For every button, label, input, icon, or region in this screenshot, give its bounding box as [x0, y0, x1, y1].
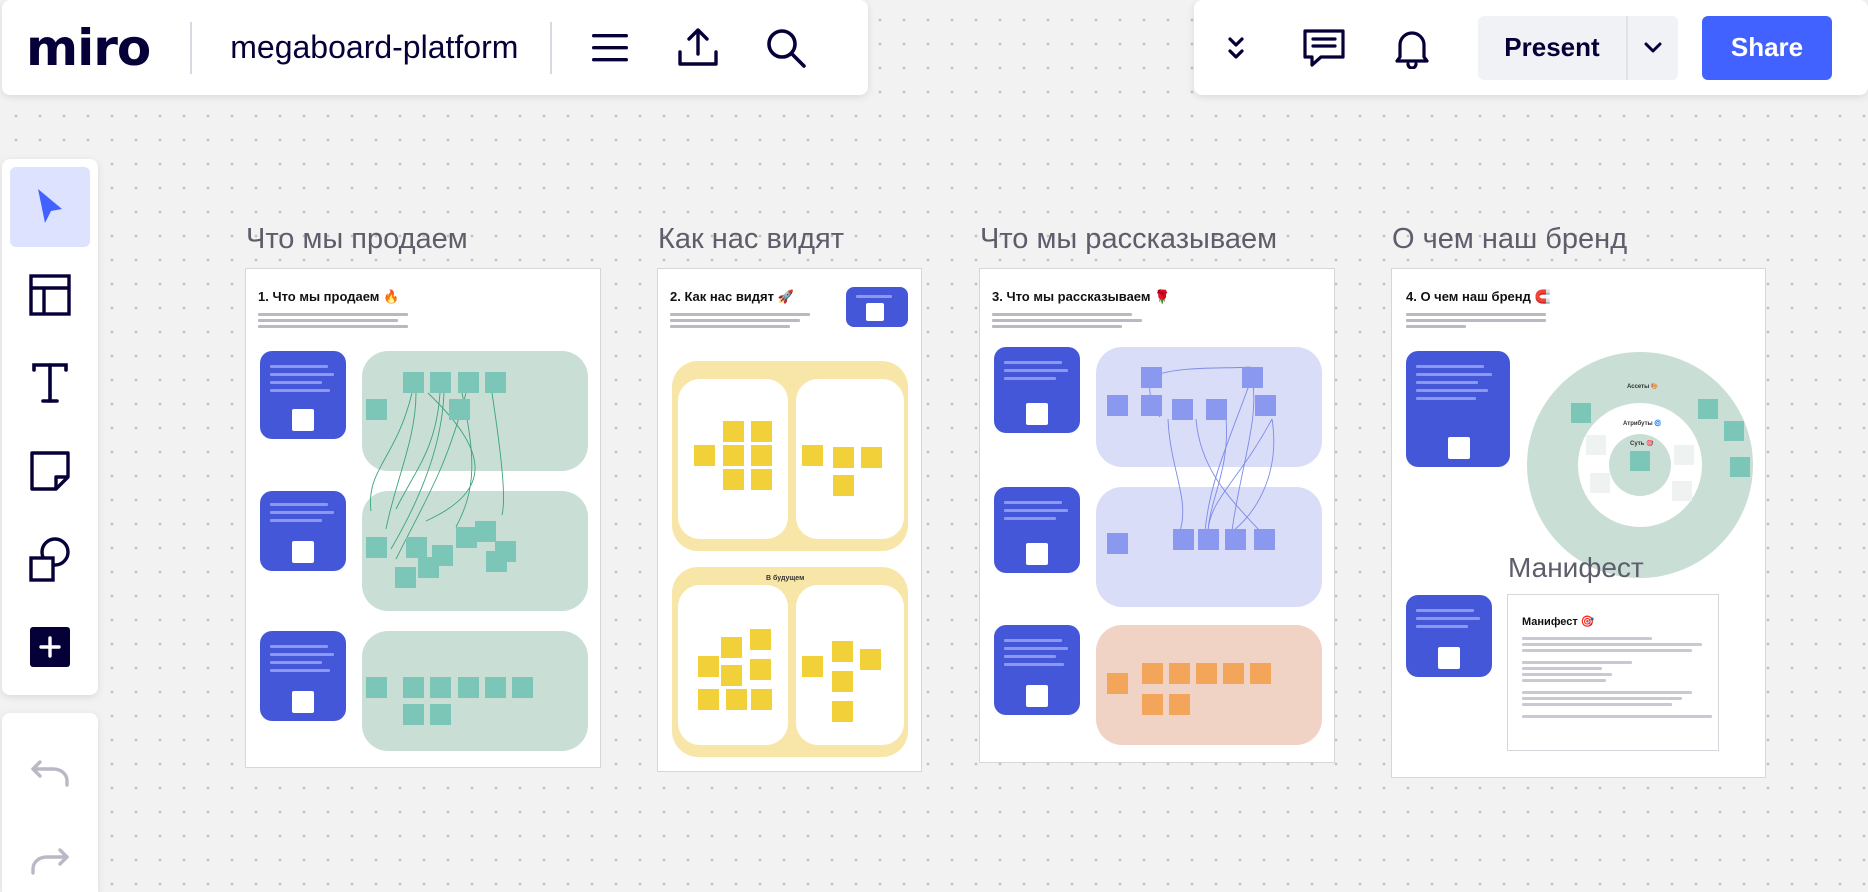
bell-icon[interactable]	[1384, 20, 1440, 76]
board-name[interactable]: megaboard-platform	[230, 29, 518, 66]
manifest-title[interactable]: Манифест	[1508, 552, 1644, 584]
present-button[interactable]: Present	[1478, 16, 1626, 80]
cursor-icon	[38, 189, 62, 223]
top-toolbar-left: miro megaboard-platform	[2, 0, 868, 95]
info-card	[846, 287, 908, 327]
frame-how-we-are-seen[interactable]: 2. Как нас видят 🚀 В будущем	[657, 268, 922, 772]
frame-title[interactable]: Что мы продаем	[246, 223, 468, 256]
comments-icon[interactable]	[1296, 20, 1352, 76]
frame-title[interactable]: Что мы рассказываем	[980, 223, 1277, 256]
chevrons-down-icon[interactable]	[1208, 20, 1264, 76]
ring-label-attributes: Атрибуты 🌀	[1623, 421, 1662, 427]
search-icon[interactable]	[758, 20, 814, 76]
redo-button[interactable]	[10, 821, 90, 892]
present-button-group: Present	[1478, 15, 1678, 80]
shapes-icon	[29, 537, 70, 582]
templates-tool[interactable]	[10, 255, 90, 335]
divider	[550, 21, 553, 74]
divider	[190, 21, 193, 74]
upload-icon[interactable]	[670, 20, 726, 76]
frame-heading: 4. О чем наш бренд 🧲	[1406, 289, 1551, 304]
left-toolbar	[2, 159, 98, 695]
frame-manifest[interactable]: Манифест 🎯	[1507, 594, 1719, 751]
frame-title[interactable]: Как нас видят	[658, 223, 844, 256]
text-icon	[32, 363, 68, 403]
redo-icon	[31, 848, 69, 875]
plus-icon	[30, 627, 70, 667]
ring-label-assets: Ассеты 🎨	[1627, 384, 1659, 390]
frame-what-we-sell[interactable]: 1. Что мы продаем 🔥	[245, 268, 601, 768]
select-tool[interactable]	[10, 167, 90, 247]
undo-icon	[31, 760, 69, 787]
text-tool[interactable]	[10, 343, 90, 423]
shapes-tool[interactable]	[10, 519, 90, 599]
sticky-note-tool[interactable]	[10, 431, 90, 511]
undo-button[interactable]	[10, 733, 90, 813]
manifest-heading: Манифест 🎯	[1522, 616, 1595, 628]
chevron-down-icon[interactable]	[1626, 15, 1678, 80]
miro-logo[interactable]: miro	[26, 19, 151, 77]
ring-label-essence: Суть 🎯	[1630, 441, 1654, 447]
hamburger-menu-icon[interactable]	[582, 20, 638, 76]
sticky-note-icon	[30, 451, 70, 491]
undo-redo-panel	[2, 713, 98, 892]
frame-what-we-tell[interactable]: 3. Что мы рассказываем 🌹	[979, 268, 1335, 763]
future-label: В будущем	[766, 575, 805, 582]
frame-title[interactable]: О чем наш бренд	[1392, 223, 1627, 256]
connectors	[1149, 366, 1275, 532]
info-card	[1406, 351, 1510, 467]
frame-heading: 2. Как нас видят 🚀	[670, 289, 794, 304]
info-card	[1406, 595, 1492, 677]
add-more-tool[interactable]	[10, 607, 90, 687]
share-button[interactable]: Share	[1702, 15, 1832, 80]
top-toolbar-right: Present Share	[1194, 0, 1868, 95]
layout-icon	[29, 274, 71, 316]
